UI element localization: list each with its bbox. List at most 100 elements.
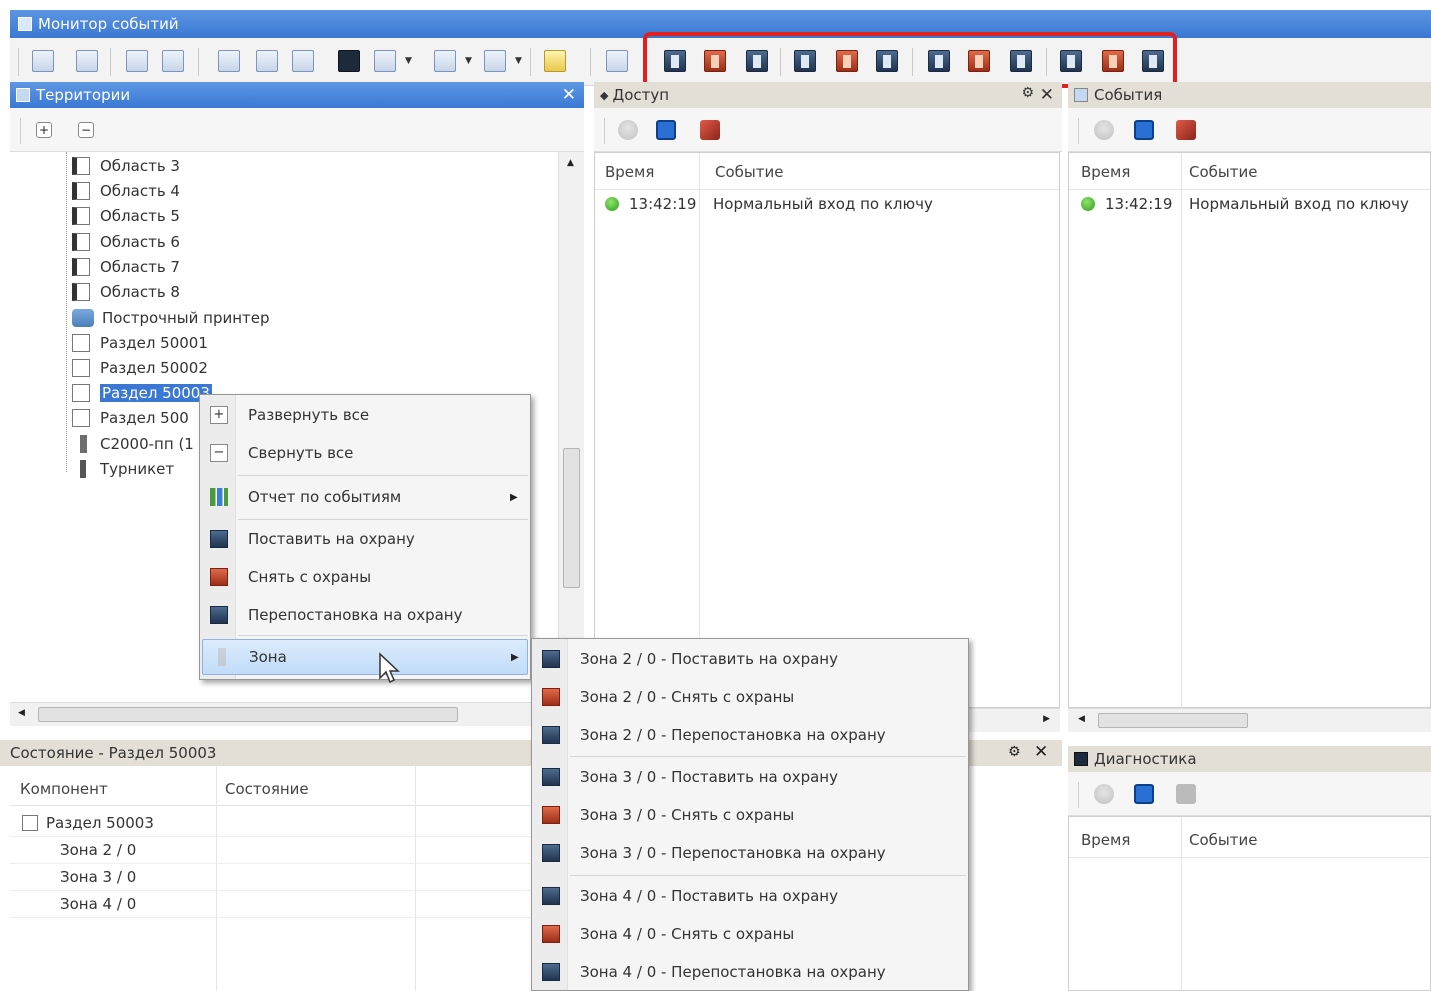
toolbar-separator [20,118,21,144]
toolbar-separator [604,118,605,144]
shield-icon[interactable] [1094,784,1114,804]
tree-item[interactable]: Раздел 50001 [72,331,208,355]
column-header-time[interactable]: Время [1081,163,1130,181]
window-layout-icon[interactable] [32,50,54,72]
tree-vertical-scrollbar[interactable]: ▲ [558,152,584,702]
tree-item[interactable]: Область 4 [72,179,180,203]
document-icon[interactable] [434,50,456,72]
scroll-right-icon[interactable]: ▶ [1043,714,1050,724]
column-header-time[interactable]: Время [1081,831,1130,849]
tree-item[interactable]: Область 6 [72,230,180,254]
event-row[interactable]: 13:42:19 Нормальный вход по ключу [605,195,933,213]
events-panel-header: События [1068,82,1431,108]
state-row[interactable]: Раздел 50003 [10,810,530,837]
state-row[interactable]: Зона 2 / 0 [10,837,530,864]
submenu-item[interactable]: Зона 4 / 0 - Поставить на охрану [532,878,968,914]
window-title: Монитор событий [38,15,179,33]
event-time: 13:42:19 [1105,195,1173,213]
tree-item[interactable]: Область 7 [72,255,180,279]
state-row-component: Зона 2 / 0 [60,841,137,859]
chevron-down-icon[interactable]: ▼ [515,56,522,66]
tree-horizontal-scrollbar[interactable]: ◀ [10,702,584,726]
header-divider [1069,857,1430,858]
scroll-left-icon[interactable]: ◀ [1078,714,1085,724]
gear-icon[interactable]: ⚙ [1021,85,1034,101]
diagnostics-toolbar [1068,772,1431,816]
column-header-state[interactable]: Состояние [225,780,309,798]
device-icon [80,435,87,453]
column-header-event[interactable]: Событие [715,163,783,181]
filter-panel-icon[interactable] [656,120,676,140]
gear-icon[interactable]: ⚙ [1008,744,1021,760]
view-icon[interactable] [374,50,396,72]
menu-item-disarm[interactable]: Снять с охраны [200,559,530,595]
menu-item-arm[interactable]: Поставить на охрану [200,521,530,557]
column-header-time[interactable]: Время [605,163,654,181]
filter-panel-icon[interactable] [1134,120,1154,140]
tree-item[interactable]: Раздел 500 [72,406,189,430]
tree-item[interactable]: Область 3 [72,154,180,178]
events-horizontal-scrollbar[interactable]: ◀ [1068,708,1431,732]
menu-item-zone[interactable]: Зона ▶ [202,639,528,675]
status-ok-icon [1081,197,1095,211]
tree-item-selected[interactable]: Раздел 50003 [72,381,212,405]
monitor-icon[interactable] [338,50,360,72]
scrollbar-thumb[interactable] [1098,713,1248,728]
submenu-item[interactable]: Зона 3 / 0 - Поставить на охрану [532,759,968,795]
filter-panel-icon[interactable] [1134,784,1154,804]
expand-all-icon[interactable]: + [36,122,52,138]
tree-item[interactable]: С2000-пп (1 [72,432,194,456]
disarm-icon [542,688,560,706]
folder-icon[interactable] [544,50,566,72]
column-header-event[interactable]: Событие [1189,831,1257,849]
close-icon[interactable]: ✕ [1034,742,1048,762]
scroll-left-icon[interactable]: ◀ [18,708,25,718]
event-row[interactable]: 13:42:19 Нормальный вход по ключу [1081,195,1409,213]
column-header-event[interactable]: Событие [1189,163,1257,181]
submenu-item[interactable]: Зона 4 / 0 - Снять с охраны [532,916,968,952]
pointer-icon[interactable] [218,50,240,72]
tree-item[interactable]: Область 5 [72,204,180,228]
submenu-item[interactable]: Зона 3 / 0 - Снять с охраны [532,797,968,833]
column-header-component[interactable]: Компонент [20,780,108,798]
menu-item-rearm[interactable]: Перепостановка на охрану [200,597,530,633]
state-row[interactable]: Зона 4 / 0 [10,891,530,918]
submenu-item[interactable]: Зона 4 / 0 - Перепостановка на охрану [532,954,968,990]
grid-view-icon[interactable] [76,50,98,72]
tree-view-icon[interactable] [126,50,148,72]
state-row[interactable]: Зона 3 / 0 [10,864,530,891]
toolbar-separator [198,48,199,76]
submenu-item[interactable]: Зона 2 / 0 - Перепостановка на охрану [532,717,968,753]
shield-icon[interactable] [1094,120,1114,140]
menu-item-expand-all[interactable]: + Развернуть все [200,397,530,433]
submenu-item[interactable]: Зона 2 / 0 - Снять с охраны [532,679,968,715]
collapse-all-icon[interactable]: − [78,122,94,138]
tree-item[interactable]: Турникет [72,457,174,481]
menu-item-event-report[interactable]: Отчет по событиям ▶ [200,479,530,515]
submenu-item[interactable]: Зона 3 / 0 - Перепостановка на охрану [532,835,968,871]
access-panel-header: ◆ Доступ ⚙ ✕ [594,82,1062,108]
edit-icon[interactable] [292,50,314,72]
close-icon[interactable]: ✕ [1040,85,1054,105]
tree-item[interactable]: Построчный принтер [72,306,270,330]
clear-log-icon[interactable] [700,120,720,140]
clear-log-icon[interactable] [1176,784,1196,804]
tree-item[interactable]: Область 8 [72,280,180,304]
menu-item-label: Свернуть все [248,444,354,462]
scroll-up-icon[interactable]: ▲ [567,158,574,168]
tree-item[interactable]: Раздел 50002 [72,356,208,380]
chevron-down-icon[interactable]: ▼ [465,56,472,66]
checklist-icon[interactable] [606,50,628,72]
save-icon[interactable] [256,50,278,72]
submenu-item[interactable]: Зона 2 / 0 - Поставить на охрану [532,641,968,677]
bird-icon[interactable] [484,50,506,72]
menu-item-collapse-all[interactable]: − Свернуть все [200,435,530,471]
shield-icon[interactable] [618,120,638,140]
clear-log-icon[interactable] [1176,120,1196,140]
filter-icon[interactable] [162,50,184,72]
menu-item-label: Перепостановка на охрану [248,606,463,624]
chevron-down-icon[interactable]: ▼ [405,56,412,66]
scrollbar-thumb[interactable] [38,707,458,722]
scrollbar-thumb[interactable] [563,448,580,588]
close-icon[interactable]: ✕ [562,85,576,105]
